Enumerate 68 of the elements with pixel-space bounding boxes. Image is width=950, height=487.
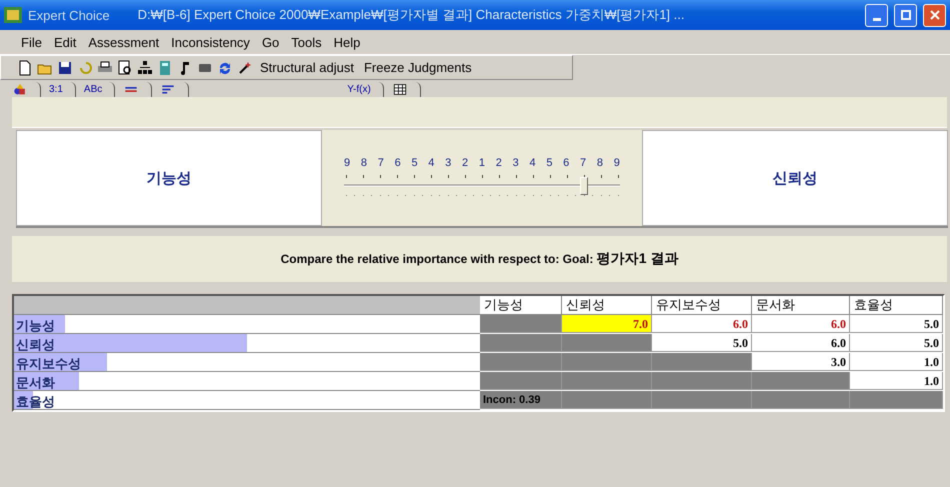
scale-number: 3	[512, 156, 519, 168]
save-icon[interactable]	[57, 60, 73, 76]
column-header: 유지보수성	[652, 296, 752, 315]
scale-number: 5	[546, 156, 552, 168]
column-header: 기능성	[480, 296, 562, 315]
menu-item[interactable]: File	[16, 32, 47, 52]
maximize-button[interactable]	[894, 4, 917, 26]
row-label: 유지보수성	[15, 357, 81, 372]
row-label: 기능성	[15, 319, 55, 334]
left-criterion: 기능성	[16, 130, 322, 226]
scale-number: 2	[462, 156, 468, 168]
column-header: 문서화	[752, 296, 850, 315]
menu-item[interactable]: Inconsistency	[166, 32, 255, 52]
minimize-icon	[872, 18, 880, 20]
menu-item[interactable]: Assessment	[83, 32, 164, 52]
scale-number: 8	[360, 156, 367, 168]
scale-number: 6	[563, 156, 570, 168]
judgment-cell[interactable]: 7.0	[562, 315, 652, 333]
close-icon	[930, 10, 940, 20]
preview-icon[interactable]	[117, 60, 133, 76]
menu-item[interactable]: Edit	[48, 32, 82, 52]
scale-number: 4	[529, 156, 536, 168]
slider-thumb[interactable]	[580, 176, 588, 194]
scale-number: 4	[428, 156, 434, 168]
judgment-cell[interactable]: 3.0	[752, 353, 850, 371]
window-title: D:₩[B-6] Expert Choice 2000₩Example₩[평가자별 결과] Characteristics 가중치₩[평가자1] ...	[138, 6, 686, 24]
scale-number: 7	[378, 156, 384, 168]
wand-icon[interactable]	[237, 60, 253, 76]
scale-number: 6	[394, 156, 401, 168]
judgment-cell[interactable]: 5.0	[850, 315, 943, 333]
comparison-prompt: Compare the relative importance with respect to: Goal: 평가자1 결과	[12, 236, 947, 282]
menu-item[interactable]: Help	[328, 32, 366, 52]
judgment-cell[interactable]: 1.0	[850, 372, 943, 390]
scale-number: 7	[580, 156, 586, 168]
shapes-icon	[12, 83, 28, 96]
judgment-cell[interactable]: 1.0	[850, 353, 943, 371]
app-icon	[4, 7, 22, 23]
scale-number: 8	[596, 156, 604, 168]
scale-number: 9	[344, 156, 350, 168]
column-header: 효율성	[850, 296, 943, 315]
scale-number: 9	[614, 156, 620, 168]
scale-number: 3	[445, 156, 452, 168]
grid-icon	[392, 83, 408, 96]
column-header: 신뢰성	[562, 296, 652, 315]
inconsistency-ratio: Incon: 0.39	[482, 393, 540, 408]
scale-number: 5	[411, 156, 418, 168]
tree-icon[interactable]	[137, 60, 153, 76]
menu-item[interactable]: Tools	[286, 32, 327, 52]
judgment-cell[interactable]: 6.0	[752, 315, 850, 333]
lines-icon	[160, 83, 176, 96]
maximize-icon	[900, 10, 910, 20]
right-criterion: 신뢰성	[642, 130, 948, 226]
toolbar-button[interactable]: Freeze Judgments	[360, 60, 475, 75]
row-label: 효율성	[15, 395, 55, 410]
judgment-cell[interactable]: 6.0	[652, 315, 752, 333]
scale-number: 2	[496, 156, 502, 168]
close-button[interactable]	[923, 4, 946, 26]
menu-item[interactable]: Go	[256, 32, 284, 52]
row-label: 문서화	[15, 376, 55, 391]
app-name: Expert Choice	[28, 8, 110, 22]
judgment-cell[interactable]: 5.0	[652, 334, 752, 352]
scale-number: 1	[478, 156, 485, 168]
minimize-button[interactable]	[865, 4, 888, 26]
toolbar-button[interactable]: Structural adjust	[257, 60, 357, 75]
new-icon[interactable]	[17, 60, 33, 76]
judgment-cell[interactable]: 6.0	[752, 334, 850, 352]
judgment-cell[interactable]: 5.0	[850, 334, 943, 352]
row-label: 신뢰성	[15, 338, 55, 353]
